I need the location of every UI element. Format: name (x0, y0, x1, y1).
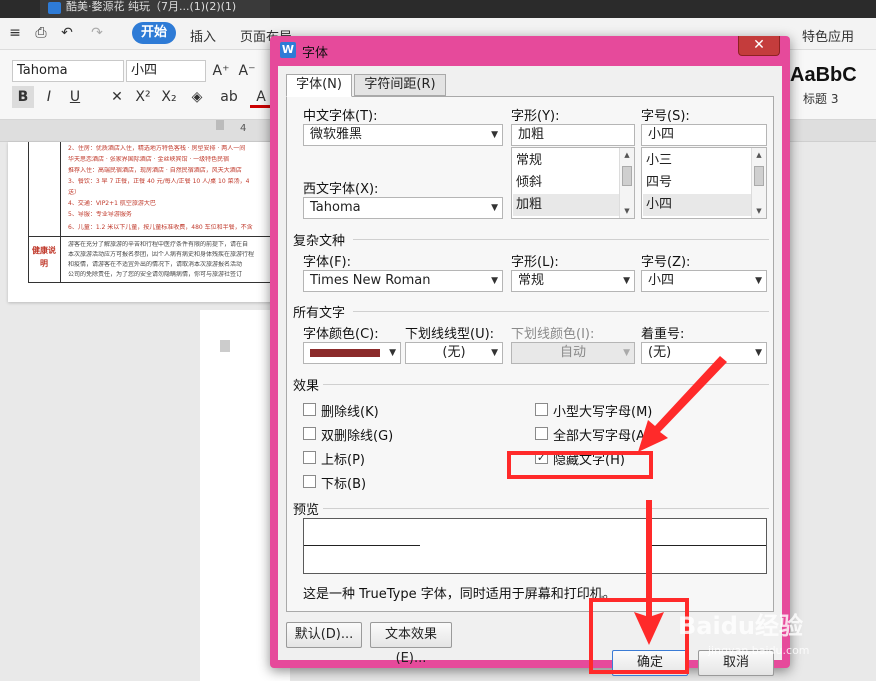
arrow-to-ok-button (634, 500, 664, 645)
annotation-arrows (634, 356, 727, 645)
tab-font[interactable]: 字体(N) (286, 74, 352, 97)
arrow-to-hidden-text (638, 356, 727, 452)
baidu-watermark-url: jingyan.baidu.com (708, 644, 810, 657)
baidu-watermark: Baidu经验 (678, 612, 803, 640)
